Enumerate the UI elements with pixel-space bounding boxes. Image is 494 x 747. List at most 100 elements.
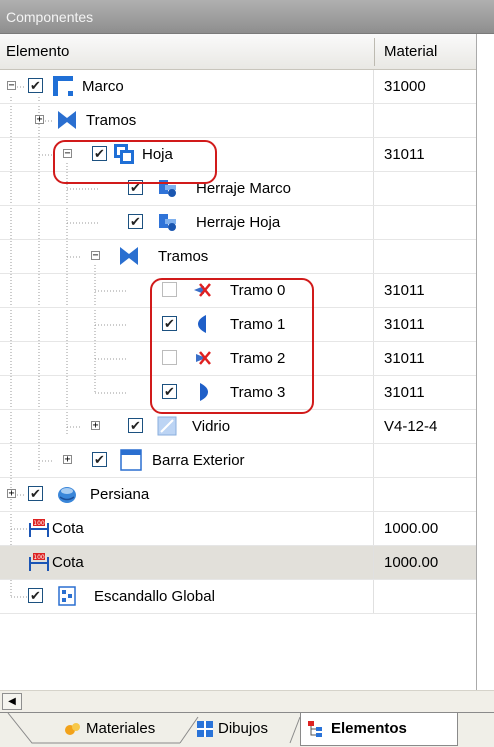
- visibility-checkbox[interactable]: ✔: [28, 588, 43, 603]
- collapse-toggle[interactable]: −: [63, 149, 72, 159]
- element-label: Persiana: [90, 486, 150, 503]
- visibility-checkbox[interactable]: [162, 282, 177, 297]
- element-label: Cota: [52, 520, 84, 537]
- material-cell[interactable]: 31011: [374, 342, 476, 375]
- element-label: Hoja: [142, 146, 173, 163]
- visibility-checkbox[interactable]: ✔: [162, 384, 177, 399]
- material-cell[interactable]: 31011: [374, 274, 476, 307]
- element-cell: 100 Cota: [0, 546, 373, 579]
- tramos-icon: [120, 247, 138, 265]
- element-cell: ✔ Herraje Marco: [0, 172, 373, 205]
- column-header-element[interactable]: Elemento: [6, 34, 69, 70]
- tree-row-barra-exterior[interactable]: + ✔ Barra Exterior: [0, 444, 476, 478]
- tab-label: Dibujos: [218, 720, 269, 737]
- collapse-toggle[interactable]: −: [91, 251, 100, 261]
- element-cell: + Tramos: [0, 104, 373, 137]
- components-panel: Componentes Elemento Material − ✔ Marco …: [0, 0, 494, 747]
- material-cell[interactable]: 31011: [374, 138, 476, 171]
- element-label: Cota: [52, 554, 84, 571]
- sash-icon: [114, 144, 134, 164]
- material-cell[interactable]: [374, 104, 476, 137]
- column-header-material[interactable]: Material: [384, 34, 437, 70]
- tramo-left-icon: [198, 315, 206, 333]
- breakdown-icon: [58, 586, 76, 606]
- element-cell: Tramo 2: [0, 342, 373, 375]
- horizontal-scrollbar[interactable]: ◀: [0, 690, 494, 712]
- scroll-left-button[interactable]: ◀: [2, 693, 22, 710]
- element-label: Marco: [82, 78, 124, 95]
- tree-row-tramo-3[interactable]: ✔ Tramo 3 31011: [0, 376, 476, 410]
- tree-row-tramo-0[interactable]: Tramo 0 31011: [0, 274, 476, 308]
- element-cell: ✔ Tramo 3: [0, 376, 373, 409]
- material-cell[interactable]: 1000.00: [374, 512, 476, 545]
- svg-text:100: 100: [33, 520, 45, 527]
- tab-bar: Materiales Dibujos Elementos: [0, 712, 494, 747]
- material-cell[interactable]: 1000.00: [374, 546, 476, 579]
- element-cell: ✔ Tramo 1: [0, 308, 373, 341]
- material-cell[interactable]: [374, 172, 476, 205]
- material-cell[interactable]: [374, 580, 476, 613]
- tree-row-hoja[interactable]: − ✔ Hoja 31011: [0, 138, 476, 172]
- panel-title: Componentes: [0, 0, 494, 34]
- material-cell[interactable]: [374, 478, 476, 511]
- material-cell[interactable]: 31011: [374, 308, 476, 341]
- column-separator[interactable]: [374, 38, 375, 66]
- material-cell[interactable]: 31000: [374, 70, 476, 103]
- tree-row-herraje-hoja[interactable]: ✔ Herraje Hoja: [0, 206, 476, 240]
- expand-toggle[interactable]: +: [7, 489, 16, 499]
- visibility-checkbox[interactable]: [162, 350, 177, 365]
- elements-icon: [308, 721, 322, 737]
- tree-row-cota-selected[interactable]: 100 Cota 1000.00: [0, 546, 476, 580]
- element-cell: − Tramos: [0, 240, 373, 273]
- element-label: Barra Exterior: [152, 452, 245, 469]
- glass-icon: [157, 416, 177, 436]
- element-cell: − ✔ Marco: [0, 70, 373, 103]
- element-label: Tramo 0: [230, 282, 286, 299]
- element-cell: ✔ Escandallo Global: [0, 580, 373, 613]
- tab-elementos[interactable]: Elementos: [300, 713, 458, 746]
- tree-row-herraje-marco[interactable]: ✔ Herraje Marco: [0, 172, 476, 206]
- element-cell: + ✔ Vidrio: [0, 410, 373, 443]
- visibility-checkbox[interactable]: ✔: [128, 214, 143, 229]
- visibility-checkbox[interactable]: ✔: [28, 486, 43, 501]
- material-cell[interactable]: [374, 444, 476, 477]
- hardware-icon: [159, 180, 176, 197]
- material-cell[interactable]: [374, 240, 476, 273]
- material-cell[interactable]: V4-12-4: [374, 410, 476, 443]
- visibility-checkbox[interactable]: ✔: [28, 78, 43, 93]
- tab-label: Materiales: [86, 720, 156, 737]
- element-cell: − ✔ Hoja: [0, 138, 373, 171]
- element-cell: Tramo 0: [0, 274, 373, 307]
- tree-row-persiana[interactable]: + ✔ Persiana: [0, 478, 476, 512]
- tree-row-marco[interactable]: − ✔ Marco 31000: [0, 70, 476, 104]
- visibility-checkbox[interactable]: ✔: [92, 452, 107, 467]
- element-label: Tramos: [86, 112, 137, 129]
- tree-row-escandallo-global[interactable]: ✔ Escandallo Global: [0, 580, 476, 614]
- material-cell[interactable]: 31011: [374, 376, 476, 409]
- grid-right-border: [476, 34, 477, 690]
- element-label: Herraje Marco: [196, 180, 292, 197]
- tree-row-tramo-2[interactable]: Tramo 2 31011: [0, 342, 476, 376]
- collapse-toggle[interactable]: −: [7, 81, 16, 91]
- tree-row-tramos-nested[interactable]: − Tramos: [0, 240, 476, 274]
- element-label: Herraje Hoja: [196, 214, 281, 231]
- hardware-icon: [159, 214, 176, 231]
- drawings-icon: [197, 721, 213, 737]
- visibility-checkbox[interactable]: ✔: [128, 180, 143, 195]
- element-label: Vidrio: [192, 418, 231, 435]
- tree-row-tramos[interactable]: + Tramos: [0, 104, 476, 138]
- expand-toggle[interactable]: +: [35, 115, 44, 125]
- tree-row-vidrio[interactable]: + ✔ Vidrio V4-12-4: [0, 410, 476, 444]
- materials-icon: [65, 723, 80, 735]
- element-cell: ✔ Herraje Hoja: [0, 206, 373, 239]
- expand-toggle[interactable]: +: [63, 455, 72, 465]
- visibility-checkbox[interactable]: ✔: [162, 316, 177, 331]
- blind-icon: [58, 487, 76, 503]
- tree-row-cota[interactable]: 100 Cota 1000.00: [0, 512, 476, 546]
- expand-toggle[interactable]: +: [91, 421, 100, 431]
- visibility-checkbox[interactable]: ✔: [128, 418, 143, 433]
- element-cell: + ✔ Barra Exterior: [0, 444, 373, 477]
- visibility-checkbox[interactable]: ✔: [92, 146, 107, 161]
- tree-row-tramo-1[interactable]: ✔ Tramo 1 31011: [0, 308, 476, 342]
- material-cell[interactable]: [374, 206, 476, 239]
